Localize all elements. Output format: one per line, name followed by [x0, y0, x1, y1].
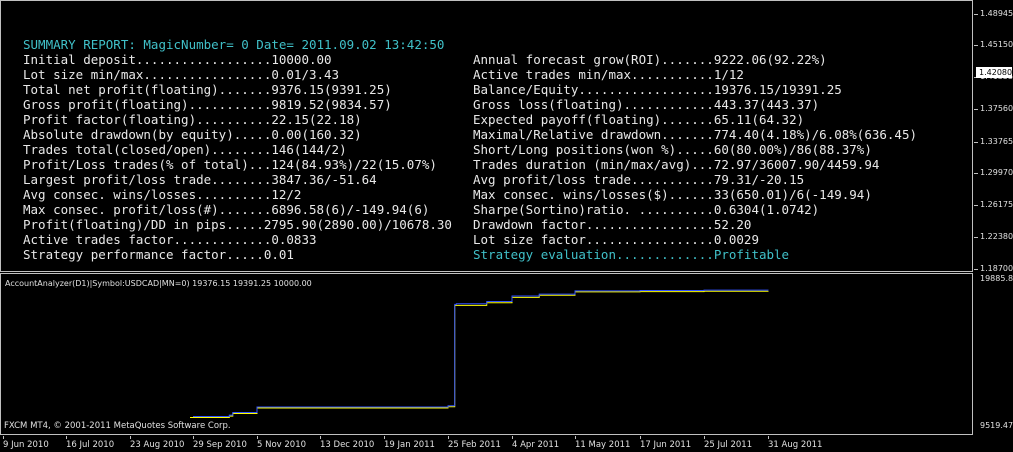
price-label: 1.37560 — [980, 104, 1013, 113]
report-left-line: Profit/Loss trades(% of total)...124(84.… — [23, 157, 437, 172]
series-line-equity — [193, 289, 769, 418]
time-tick — [704, 436, 705, 439]
time-label: 4 Apr 2011 — [512, 440, 560, 450]
report-left-line: Profit(floating)/DD in pips.....2795.90(… — [23, 217, 452, 232]
report-left-line: Avg consec. wins/losses..........12/2 — [23, 187, 302, 202]
copyright-text: FXCM MT4, © 2001-2011 MetaQuotes Softwar… — [4, 421, 231, 431]
time-label: 17 Jun 2011 — [640, 440, 692, 450]
price-tick — [974, 109, 978, 110]
time-label: 16 Jul 2010 — [66, 440, 115, 450]
report-right-line: Short/Long positions(won %).....60(80.00… — [473, 142, 872, 157]
report-left-line: Initial deposit..................10000.0… — [23, 52, 332, 67]
time-label: 5 Nov 2010 — [257, 440, 307, 450]
report-left-line: Trades total(closed/open)........146(144… — [23, 142, 347, 157]
report-right-line: Gross loss(floating)............443.37(4… — [473, 97, 820, 112]
time-tick — [512, 436, 513, 439]
report-left-line: Profit factor(floating)..........22.15(2… — [23, 112, 362, 127]
price-tick — [974, 205, 978, 206]
time-tick — [257, 436, 258, 439]
current-price-badge: 1.42080 — [976, 67, 1012, 78]
price-tick — [974, 45, 978, 46]
series-line-balance — [193, 290, 769, 419]
price-tick — [974, 269, 978, 270]
report-right-line: Lot size factor.................0.0029 — [473, 232, 759, 247]
time-tick — [130, 436, 131, 439]
report-right-line: Max consec. wins/losses($)......33(650.0… — [473, 187, 872, 202]
time-tick — [768, 436, 769, 439]
report-right-line: Balance/Equity..................19376.15… — [473, 82, 842, 97]
price-tick — [974, 237, 978, 238]
price-label: 1.22380 — [980, 232, 1013, 241]
report-left-line: Gross profit(floating)...........9819.52… — [23, 97, 392, 112]
time-label: 31 Aug 2011 — [768, 440, 823, 450]
time-label: 9 Jun 2010 — [3, 440, 49, 450]
time-label: 29 Sep 2010 — [193, 440, 247, 450]
report-left-line: Absolute drawdown(by equity).....0.00(16… — [23, 127, 362, 142]
report-right-line: Avg profit/loss trade...........79.31/-2… — [473, 172, 805, 187]
time-label: 13 Dec 2010 — [320, 440, 375, 450]
time-tick — [384, 436, 385, 439]
report-right-line: Active trades min/max...........1/12 — [473, 67, 744, 82]
time-axis[interactable]: 9 Jun 2010 16 Jul 2010 23 Aug 2010 29 Sep 2… — [0, 436, 973, 452]
report-right-line: Maximal/Relative drawdown.......774.40(4… — [473, 127, 918, 142]
report-left-line: Total net profit(floating).......9376.15… — [23, 82, 392, 97]
time-label: 19 Jan 2011 — [384, 440, 435, 450]
report-right-line: Sharpe(Sortino)ratio. ..........0.6304(1… — [473, 202, 820, 217]
report-left-line: Strategy performance factor.....0.01 — [23, 247, 294, 262]
report-left-line: Active trades factor.............0.0833 — [23, 232, 317, 247]
time-label: 25 Feb 2011 — [448, 440, 501, 450]
price-tick — [974, 173, 978, 174]
report-right-line: Drawdown factor.................52.20 — [473, 217, 752, 232]
report-right-line: Expected payoff(floating).......65.11(64… — [473, 112, 805, 127]
price-tick — [974, 142, 978, 143]
report-title: SUMMARY REPORT: MagicNumber= 0 Date= 201… — [23, 37, 445, 52]
equity-chart — [190, 289, 769, 419]
indicator-min-label: 9519.47 — [980, 421, 1013, 430]
report-right-line: Strategy evaluation.............Profitab… — [473, 247, 790, 262]
time-tick — [640, 436, 641, 439]
price-label: 1.29970 — [980, 168, 1013, 177]
time-tick — [448, 436, 449, 439]
report-right-line: Annual forecast grow(ROI).......9222.06(… — [473, 52, 827, 67]
time-label: 25 Jul 2011 — [704, 440, 753, 450]
price-label: 1.45150 — [980, 40, 1013, 49]
time-tick — [575, 436, 576, 439]
report-left-line: Max consec. profit/loss(#).......6896.58… — [23, 202, 430, 217]
indicator-max-label: 19885.8 — [980, 274, 1013, 283]
time-label: 11 May 2011 — [575, 440, 631, 450]
report-left-line: Lot size min/max.................0.01/3.… — [23, 67, 340, 82]
time-tick — [66, 436, 67, 439]
time-tick — [320, 436, 321, 439]
price-label: 1.18700 — [980, 264, 1013, 273]
price-label: 1.26175 — [980, 200, 1013, 209]
price-scale[interactable]: 1.489451.451501.413551.375601.337651.299… — [974, 0, 1013, 452]
price-label: 1.48945 — [980, 9, 1013, 18]
terminal-window: SUMMARY REPORT: MagicNumber= 0 Date= 201… — [0, 0, 1013, 452]
time-tick — [3, 436, 4, 439]
price-tick — [974, 14, 978, 15]
price-label: 1.33765 — [980, 137, 1013, 146]
time-label: 23 Aug 2010 — [130, 440, 185, 450]
report-right-line: Trades duration (min/max/avg)...72.97/36… — [473, 157, 880, 172]
time-tick — [193, 436, 194, 439]
report-left-line: Largest profit/loss trade........3847.36… — [23, 172, 377, 187]
